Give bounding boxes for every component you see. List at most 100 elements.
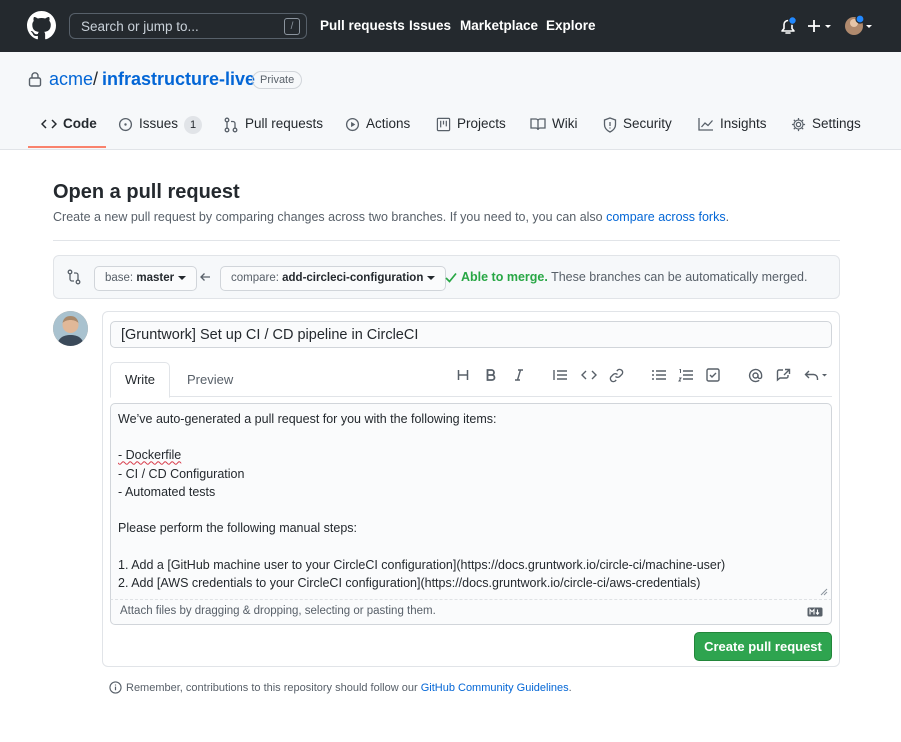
subtitle-end: . [725, 210, 730, 224]
pull-request-form: Write Preview We’ve auto-generated a pul… [102, 311, 840, 667]
nav-marketplace[interactable]: Marketplace [460, 18, 538, 33]
notice-end: . [568, 681, 572, 694]
nav-issues[interactable]: Issues [409, 18, 451, 33]
tab-pull-requests[interactable]: Pull requests [223, 116, 323, 150]
body-line: - Automated tests [118, 484, 216, 499]
page-title: Open a pull request [53, 181, 240, 203]
plus-dropdown-icon[interactable] [808, 18, 832, 34]
author-avatar[interactable] [53, 311, 88, 346]
merge-status-detail: These branches can be automatically merg… [547, 270, 808, 284]
git-compare-icon[interactable] [67, 269, 81, 285]
body-line: 2. Add [AWS credentials to your CircleCI… [118, 575, 701, 590]
git-pull-request-icon [224, 117, 238, 133]
code-icon [41, 119, 57, 129]
divider [53, 240, 840, 241]
subtitle-text: Create a new pull request by comparing c… [53, 210, 607, 224]
body-line: 1. Add a [GitHub machine user to your Ci… [118, 557, 726, 572]
quote-icon[interactable] [552, 368, 568, 382]
repo-header: acme / infrastructure-live Private Code … [0, 52, 901, 150]
play-icon [345, 117, 360, 132]
tab-actions-label: Actions [366, 116, 411, 131]
check-icon [445, 272, 457, 283]
tab-code-label: Code [63, 116, 97, 131]
issues-count-badge: 1 [184, 116, 203, 134]
tab-settings[interactable]: Settings [791, 116, 861, 150]
tab-issues[interactable]: Issues 1 [118, 116, 203, 150]
base-branch-value: master [136, 272, 175, 284]
bell-icon[interactable] [778, 16, 798, 36]
body-line: - Dockerfile [118, 448, 824, 466]
tab-projects[interactable]: Projects [436, 116, 506, 150]
heading-icon[interactable] [456, 368, 470, 382]
tab-code[interactable]: Code [41, 116, 97, 150]
nav-pull-requests[interactable]: Pull requests [320, 18, 405, 33]
contribution-notice: Remember, contributions to this reposito… [109, 681, 572, 694]
compare-branch-value: add-circleci-configuration [282, 272, 424, 284]
tab-security[interactable]: Security [603, 116, 672, 150]
bold-icon[interactable] [484, 368, 498, 382]
code-icon[interactable] [581, 368, 597, 382]
community-guidelines-link[interactable]: GitHub Community Guidelines [421, 682, 569, 694]
link-icon[interactable] [609, 368, 624, 383]
cross-reference-icon[interactable] [776, 368, 791, 383]
search-placeholder: Search or jump to... [81, 19, 199, 34]
page-subtitle: Create a new pull request by comparing c… [53, 210, 729, 224]
pr-title-input[interactable] [110, 321, 832, 348]
task-list-icon[interactable] [706, 368, 720, 382]
repo-path-separator: / [93, 69, 99, 89]
saved-replies-icon[interactable] [804, 368, 830, 382]
unordered-list-icon[interactable] [651, 368, 666, 382]
caret-down-icon [178, 275, 187, 280]
tab-insights[interactable]: Insights [698, 116, 767, 150]
body-line: Please perform the following manual step… [118, 521, 358, 536]
body-line: We’ve auto-generated a pull request for … [118, 412, 497, 426]
create-pull-request-button[interactable]: Create pull request [694, 632, 832, 661]
search-shortcut-key: / [284, 18, 300, 35]
body-line [118, 503, 824, 521]
user-avatar-dropdown-icon[interactable] [844, 14, 874, 38]
body-line: - CI / CD Configuration [118, 466, 245, 481]
ordered-list-icon[interactable] [678, 368, 693, 382]
tab-issues-label: Issues [139, 116, 179, 131]
avatar-image [53, 311, 88, 346]
compare-branches-bar: base: master compare: add-circleci-confi… [53, 255, 840, 299]
compare-across-forks-link[interactable]: compare across forks [606, 210, 725, 224]
shield-icon [603, 117, 617, 133]
tab-preview[interactable]: Preview [187, 372, 233, 387]
global-header: Search or jump to... / Pull requests Iss… [0, 0, 901, 52]
compare-branch-select[interactable]: compare: add-circleci-configuration [220, 266, 447, 291]
editor-tabnav-border [110, 396, 832, 397]
base-branch-label: base: [105, 272, 134, 284]
repo-owner-link[interactable]: acme [49, 69, 93, 90]
italic-icon[interactable] [512, 368, 526, 382]
gear-icon [791, 117, 806, 132]
info-icon [109, 681, 122, 694]
search-input[interactable]: Search or jump to... / [69, 13, 307, 39]
book-icon [530, 118, 546, 131]
attach-hint: Attach files by dragging & dropping, sel… [120, 605, 436, 617]
project-icon [436, 117, 451, 132]
body-line [118, 539, 824, 557]
nav-explore[interactable]: Explore [546, 18, 596, 33]
tab-write[interactable]: Write [110, 362, 170, 398]
pr-body-textarea[interactable]: We’ve auto-generated a pull request for … [110, 403, 832, 599]
file-attachment-dropzone[interactable]: Attach files by dragging & dropping, sel… [110, 599, 832, 625]
lock-icon [28, 72, 42, 87]
issue-opened-icon [118, 117, 133, 132]
tab-pull-requests-label: Pull requests [245, 116, 324, 131]
resize-handle-icon[interactable] [820, 588, 828, 596]
tab-actions[interactable]: Actions [345, 116, 410, 150]
base-branch-select[interactable]: base: master [94, 266, 198, 291]
tab-wiki[interactable]: Wiki [530, 116, 578, 150]
tab-projects-label: Projects [457, 116, 506, 131]
tab-insights-label: Insights [720, 116, 767, 131]
body-line [118, 430, 824, 448]
github-logo-icon[interactable] [27, 11, 56, 40]
repo-name-link[interactable]: infrastructure-live [102, 69, 255, 90]
mention-icon[interactable] [748, 368, 763, 383]
caret-down-icon [427, 275, 436, 280]
markdown-icon[interactable] [807, 607, 823, 617]
merge-status-label: Able to merge. [461, 270, 548, 284]
compare-branch-label: compare: [231, 272, 279, 284]
merge-status: Able to merge. These branches can be aut… [461, 270, 807, 284]
